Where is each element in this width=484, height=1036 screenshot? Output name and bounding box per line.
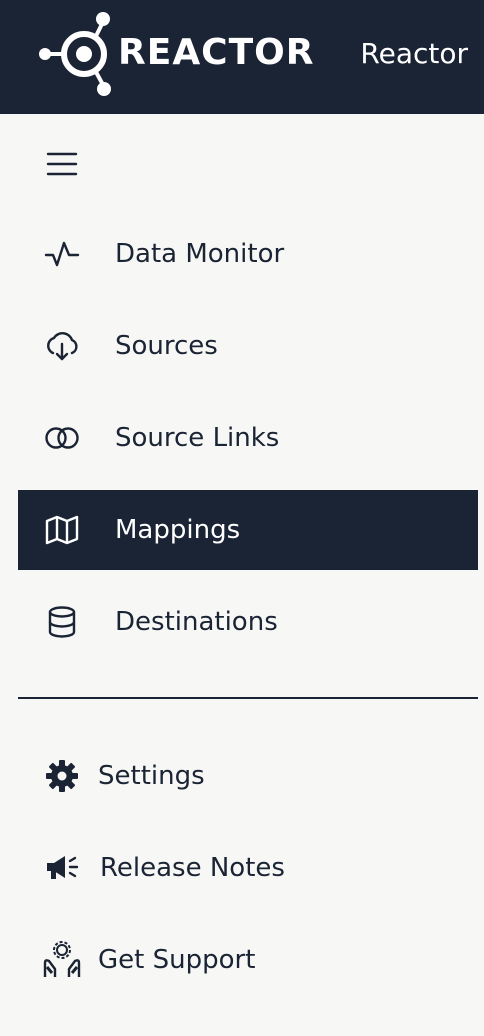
app-header: REACTOR Reactor [0,0,484,114]
sidebar-item-label: Destinations [115,607,278,637]
sidebar-item-label: Release Notes [100,853,285,883]
sidebar-item-mappings[interactable]: Mappings [18,490,478,570]
brand-wordmark: REACTOR [118,32,315,73]
map-icon [42,514,82,546]
sidebar-item-settings[interactable]: Settings [0,746,484,806]
sidebar-item-release-notes[interactable]: Release Notes [0,838,484,898]
sidebar-item-destinations[interactable]: Destinations [18,582,478,662]
app-name: Reactor [360,37,468,70]
sidebar-item-label: Get Support [98,945,256,975]
sidebar-item-sources[interactable]: Sources [18,306,478,386]
sidebar-item-get-support[interactable]: Get Support [0,930,484,990]
cloud-download-icon [42,330,82,362]
sidebar-item-label: Mappings [115,515,241,545]
sidebar-item-data-monitor[interactable]: Data Monitor [18,214,478,294]
menu-toggle-button[interactable] [42,146,82,182]
link-icon [42,422,82,454]
sidebar-item-label: Sources [115,331,218,361]
sidebar-item-label: Source Links [115,423,280,453]
sidebar-item-source-links[interactable]: Source Links [18,398,478,478]
megaphone-icon [42,848,82,888]
sidebar-divider [18,697,478,699]
database-icon [42,606,82,638]
gear-icon [42,756,82,796]
sidebar-item-label: Data Monitor [115,239,285,269]
sidebar-item-label: Settings [98,761,205,791]
hamburger-icon [46,152,78,176]
support-hands-icon [42,940,82,980]
pulse-icon [42,238,82,270]
